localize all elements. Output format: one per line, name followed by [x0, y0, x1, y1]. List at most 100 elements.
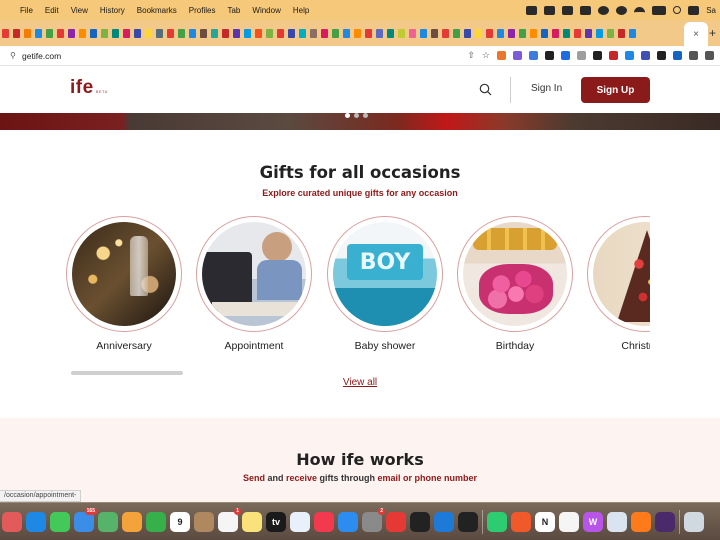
menu-profiles[interactable]: Profiles: [183, 6, 222, 15]
carousel-scrollbar[interactable]: [71, 371, 183, 375]
tab-favicon-icon[interactable]: [398, 28, 405, 38]
tab-favicon-icon[interactable]: [574, 28, 581, 38]
tab-favicon-icon[interactable]: [134, 28, 141, 38]
tab-favicon-icon[interactable]: [24, 28, 31, 38]
ife-logo[interactable]: ife BETA: [70, 77, 108, 99]
tab-favicon-icon[interactable]: [123, 28, 130, 38]
tab-favicon-icon[interactable]: [299, 28, 306, 38]
tab-favicon-icon[interactable]: [365, 28, 372, 38]
whatsapp-icon[interactable]: [487, 511, 507, 532]
extension-icon[interactable]: [577, 51, 586, 60]
menubar-clock[interactable]: Sa: [706, 6, 716, 15]
tab-favicon-icon[interactable]: [420, 28, 427, 38]
bookmark-star-icon[interactable]: ☆: [482, 50, 490, 61]
tab-favicon-icon[interactable]: [90, 28, 97, 38]
messages-icon[interactable]: [50, 511, 70, 532]
menu-window[interactable]: Window: [246, 6, 286, 15]
freeform-icon[interactable]: [290, 511, 310, 532]
tab-favicon-icon[interactable]: [310, 28, 317, 38]
extension-icon[interactable]: [625, 51, 634, 60]
brave-icon[interactable]: [511, 511, 531, 532]
new-tab-button[interactable]: +: [709, 26, 716, 40]
occasion-card-appointment[interactable]: Appointment: [196, 216, 312, 352]
safari-icon[interactable]: [26, 511, 46, 532]
tab-favicon-icon[interactable]: [101, 28, 108, 38]
app-store-icon[interactable]: [338, 511, 358, 532]
facetime-icon[interactable]: [146, 511, 166, 532]
colors-app-icon[interactable]: [655, 511, 675, 532]
tab-favicon-icon[interactable]: [442, 28, 449, 38]
tab-favicon-icon[interactable]: [233, 28, 240, 38]
view-all-link[interactable]: View all: [0, 377, 720, 388]
extension-icon[interactable]: [673, 51, 682, 60]
carousel-dot[interactable]: [354, 113, 359, 118]
chrome-icon[interactable]: [386, 511, 406, 532]
figma-icon[interactable]: [458, 511, 478, 532]
occasion-card-birthday[interactable]: Birthday: [457, 216, 573, 352]
menu-tab[interactable]: Tab: [221, 6, 246, 15]
occasions-carousel[interactable]: Anniversary Appointment BOY Baby shower: [66, 216, 650, 356]
extension-icon[interactable]: [609, 51, 618, 60]
tab-favicon-icon[interactable]: [255, 28, 262, 38]
music-icon[interactable]: [314, 511, 334, 532]
extension-icon[interactable]: [705, 51, 714, 60]
menu-help[interactable]: Help: [287, 6, 315, 15]
maps-icon[interactable]: [98, 511, 118, 532]
tab-favicon-icon[interactable]: [475, 28, 482, 38]
reminders-icon[interactable]: 1: [218, 507, 241, 532]
carousel-dot[interactable]: [345, 113, 350, 118]
hero-banner[interactable]: [0, 113, 720, 130]
tab-favicon-icon[interactable]: [376, 28, 383, 38]
lock-icon[interactable]: ⚲: [10, 51, 18, 60]
spotlight-icon[interactable]: [673, 6, 682, 14]
extension-icon[interactable]: [593, 51, 602, 60]
menu-file[interactable]: File: [14, 6, 39, 15]
tab-favicon-icon[interactable]: [79, 28, 86, 38]
extension-icon[interactable]: [529, 51, 538, 60]
tab-favicon-icon[interactable]: [68, 28, 75, 38]
menu-view[interactable]: View: [65, 6, 94, 15]
tab-favicon-icon[interactable]: [167, 28, 174, 38]
tab-favicon-icon[interactable]: [585, 28, 592, 38]
sync-icon[interactable]: [616, 5, 628, 15]
tab-favicon-icon[interactable]: [46, 28, 53, 38]
tab-favicon-icon[interactable]: [409, 28, 416, 38]
sign-in-link[interactable]: Sign In: [531, 83, 562, 94]
tab-favicon-icon[interactable]: [508, 28, 515, 38]
system-settings-icon[interactable]: 2: [362, 507, 385, 532]
tab-favicon-icon[interactable]: [464, 28, 471, 38]
extension-icon[interactable]: [689, 51, 698, 60]
tab-favicon-icon[interactable]: [519, 28, 526, 38]
menu-edit[interactable]: Edit: [39, 6, 65, 15]
tab-favicon-icon[interactable]: [332, 28, 339, 38]
control-center-icon[interactable]: [688, 5, 700, 15]
extension-icon[interactable]: [561, 51, 570, 60]
apple-tv-icon[interactable]: tv: [266, 511, 286, 532]
tab-favicon-icon[interactable]: [530, 28, 537, 38]
preview-icon[interactable]: [607, 511, 627, 532]
wifi-icon[interactable]: [634, 7, 646, 13]
mail-icon[interactable]: 165: [74, 507, 97, 532]
tab-favicon-icon[interactable]: [288, 28, 295, 38]
tab-favicon-icon[interactable]: [211, 28, 218, 38]
tab-favicon-icon[interactable]: [387, 28, 394, 38]
search-icon[interactable]: [479, 83, 492, 96]
tab-favicon-icon[interactable]: [277, 28, 284, 38]
play-icon[interactable]: [598, 5, 610, 15]
extension-icon[interactable]: [641, 51, 650, 60]
calendar-status-icon[interactable]: [562, 5, 574, 15]
tab-favicon-icon[interactable]: [354, 28, 361, 38]
address-bar[interactable]: getife.com: [22, 51, 61, 61]
tab-favicon-icon[interactable]: [607, 28, 614, 38]
finder-icon[interactable]: [684, 511, 704, 532]
tab-favicon-icon[interactable]: [486, 28, 493, 38]
script-icon[interactable]: [526, 5, 538, 15]
tab-favicon-icon[interactable]: [321, 28, 328, 38]
tab-favicon-icon[interactable]: [2, 28, 9, 38]
messages-status-icon[interactable]: [580, 5, 592, 15]
tab-favicon-icon[interactable]: [552, 28, 559, 38]
occasion-card-anniversary[interactable]: Anniversary: [66, 216, 182, 352]
tab-favicon-icon[interactable]: [244, 28, 251, 38]
tab-favicon-icon[interactable]: [57, 28, 64, 38]
tab-favicon-icon[interactable]: [563, 28, 570, 38]
